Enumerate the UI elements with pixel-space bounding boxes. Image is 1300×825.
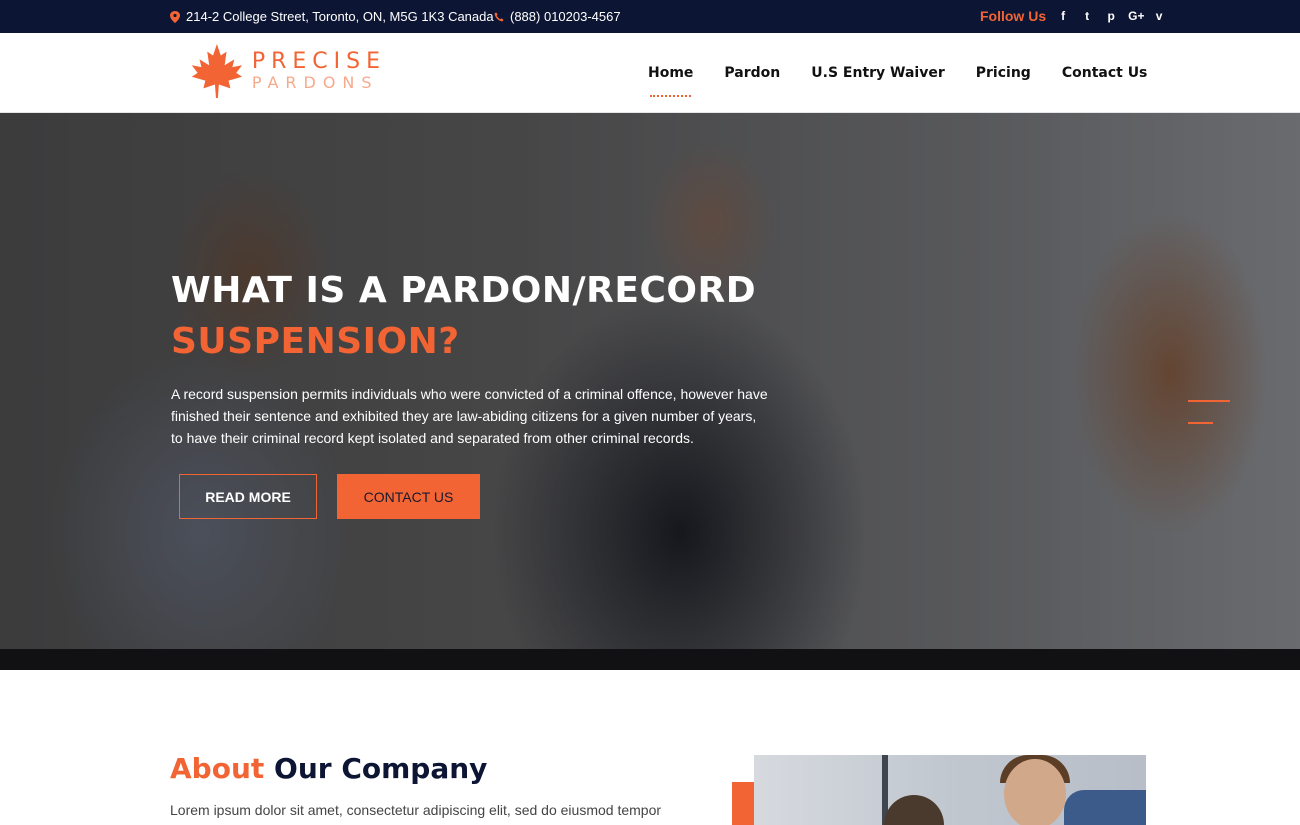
hero-title-line-1: WHAT IS A PARDON/RECORD (171, 270, 757, 311)
about-heading-rest: Our Company (274, 752, 488, 785)
pinterest-icon[interactable]: p (1104, 9, 1118, 23)
vimeo-icon[interactable]: v (1152, 9, 1166, 23)
about-text: Lorem ipsum dolor sit amet, consectetur … (170, 802, 662, 818)
logo-line-1: PRECISE (251, 49, 386, 74)
slider-indicator-active[interactable] (1188, 400, 1230, 402)
about-heading: About Our Company (170, 752, 487, 785)
hero-slider: WHAT IS A PARDON/RECORD SUSPENSION? A re… (0, 113, 1300, 670)
nav-pricing[interactable]: Pricing (976, 65, 1031, 81)
about-heading-accent: About (170, 752, 265, 785)
map-pin-icon (170, 10, 180, 23)
logo-line-2: PARDONS (251, 73, 379, 92)
contact-us-button[interactable]: CONTACT US (337, 474, 480, 519)
phone-info: (888) 010203-4567 (494, 9, 621, 24)
site-logo[interactable]: PRECISE PARDONS (186, 41, 386, 101)
nav-pardon[interactable]: Pardon (724, 65, 780, 81)
read-more-button[interactable]: READ MORE (179, 474, 317, 519)
hero-bottom-strip (0, 649, 1300, 670)
nav-home[interactable]: Home (648, 65, 693, 97)
about-accent-bar (732, 782, 754, 825)
about-image-person (1004, 759, 1066, 825)
top-bar: 214-2 College Street, Toronto, ON, M5G 1… (0, 0, 1300, 33)
address-text: 214-2 College Street, Toronto, ON, M5G 1… (186, 9, 494, 24)
phone-icon (494, 11, 504, 21)
nav-contact-us[interactable]: Contact Us (1062, 65, 1148, 81)
facebook-icon[interactable]: f (1056, 9, 1070, 23)
main-nav: Home Pardon U.S Entry Waiver Pricing Con… (648, 65, 1148, 97)
twitter-icon[interactable]: t (1080, 9, 1094, 23)
nav-us-entry-waiver[interactable]: U.S Entry Waiver (811, 65, 945, 81)
google-plus-icon[interactable]: G+ (1128, 9, 1144, 23)
address-info: 214-2 College Street, Toronto, ON, M5G 1… (170, 9, 494, 24)
hero-description: A record suspension permits individuals … (171, 386, 768, 446)
about-image-detail (1064, 790, 1146, 825)
hero-title-line-2: SUSPENSION? (171, 321, 460, 362)
site-header: PRECISE PARDONS Home Pardon U.S Entry Wa… (0, 33, 1300, 113)
slider-indicator[interactable] (1188, 422, 1213, 424)
follow-us-label: Follow Us (980, 8, 1047, 24)
maple-leaf-icon (191, 43, 243, 99)
about-image-person (884, 795, 944, 825)
social-links: Follow Us f t p G+ v (980, 8, 1166, 24)
about-image (754, 755, 1146, 825)
phone-text[interactable]: (888) 010203-4567 (510, 9, 621, 24)
